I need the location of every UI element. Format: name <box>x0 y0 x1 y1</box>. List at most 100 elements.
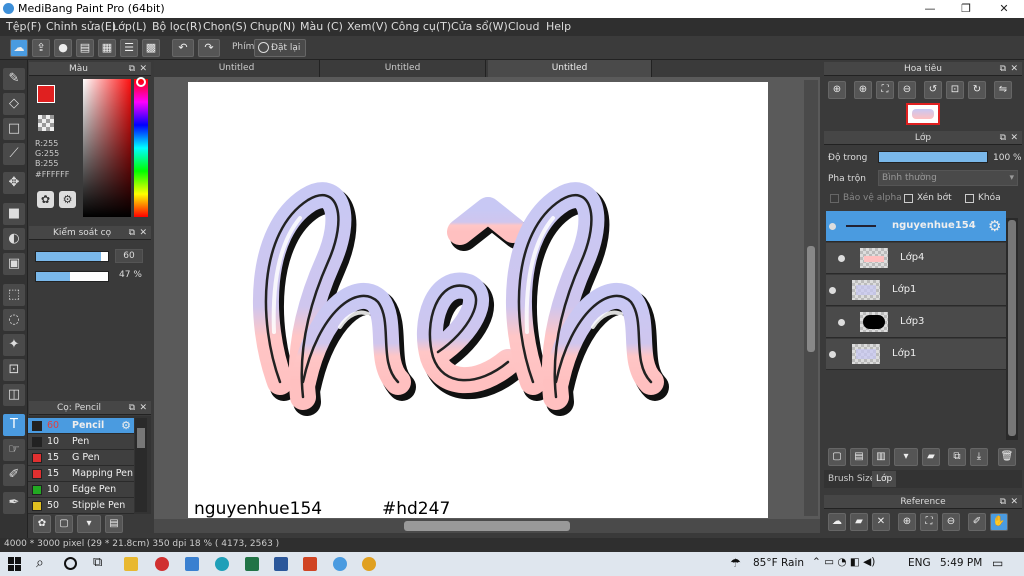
powerpoint-icon[interactable] <box>303 557 317 571</box>
shape-tool-icon[interactable]: □ <box>3 118 25 140</box>
brush-item[interactable]: 60 Pencil ⚙ <box>28 418 134 434</box>
undock-icon[interactable]: ⧉ <box>129 62 135 76</box>
new-halftone-layer-icon[interactable]: ▤ <box>850 448 868 466</box>
grid-icon[interactable]: ▩ <box>142 39 160 57</box>
operation-tool-icon[interactable]: ☞ <box>3 439 25 461</box>
rotate-left-icon[interactable]: ↺ <box>924 81 942 99</box>
clock[interactable]: 5:49 PM <box>940 557 982 569</box>
color-picker-square[interactable] <box>83 79 131 217</box>
new-brush-icon[interactable]: ▢ <box>55 515 73 533</box>
close-panel-icon[interactable]: ✕ <box>139 226 147 240</box>
close-panel-icon[interactable]: ✕ <box>139 401 147 415</box>
brush-menu-icon[interactable]: ▾ <box>77 515 101 533</box>
eye-icon[interactable] <box>838 255 845 262</box>
undock-icon[interactable]: ⧉ <box>1000 62 1006 76</box>
undock-icon[interactable]: ⧉ <box>129 401 135 415</box>
reset-button[interactable]: Đặt lại <box>254 39 306 57</box>
close-panel-icon[interactable]: ✕ <box>1010 62 1018 76</box>
select-eraser-icon[interactable]: ◫ <box>3 384 25 406</box>
vertical-scrollbar[interactable] <box>804 80 818 516</box>
chrome-icon[interactable] <box>362 557 376 571</box>
cloud-upload-icon[interactable]: ☁ <box>828 513 846 531</box>
add-layer-menu-icon[interactable]: ▾ <box>894 448 918 466</box>
magic-wand-icon[interactable]: ✦ <box>3 334 25 356</box>
eye-icon[interactable] <box>829 287 836 294</box>
weather-text[interactable]: 85°F Rain <box>753 557 804 569</box>
tray-icons[interactable]: ⌃ ▭ ◔ ◧ ◀) <box>812 556 875 568</box>
clipping-checkbox[interactable] <box>904 194 913 203</box>
scroll-thumb[interactable] <box>807 246 815 352</box>
brush-opacity-slider[interactable] <box>35 271 109 282</box>
pen-tool-icon[interactable]: ✒ <box>3 492 25 514</box>
menu-tools[interactable]: Công cụ(T) <box>391 20 451 33</box>
tab-untitled-1[interactable]: Untitled <box>154 60 320 77</box>
duplicate-layer-icon[interactable]: ⧉ <box>948 448 966 466</box>
hand-icon[interactable]: ✋ <box>990 513 1008 531</box>
upload-icon[interactable]: ⇪ <box>32 39 50 57</box>
hue-slider[interactable] <box>134 79 148 217</box>
brush-item[interactable]: 15 Mapping Pen <box>28 466 134 482</box>
menu-select[interactable]: Chọn(S) <box>203 20 247 33</box>
fit-icon[interactable]: ⛶ <box>876 81 894 99</box>
close-button[interactable]: ✕ <box>986 0 1022 18</box>
eye-icon[interactable] <box>829 351 836 358</box>
scroll-thumb[interactable] <box>137 428 145 448</box>
zoom-in-icon[interactable]: ⊕ <box>854 81 872 99</box>
tab-brush-size[interactable]: Brush Size <box>826 471 877 487</box>
maximize-button[interactable]: ❐ <box>948 0 984 18</box>
brush-size-value[interactable]: 60 <box>115 249 143 263</box>
zoom-in-icon[interactable]: ⊕ <box>898 513 916 531</box>
menu-filter[interactable]: Bộ lọc(R) <box>152 20 202 33</box>
minimize-button[interactable]: — <box>912 0 948 18</box>
menu-cloud[interactable]: Cloud <box>508 20 539 33</box>
undo-icon[interactable]: ↶ <box>172 39 194 57</box>
menu-layer[interactable]: Lớp(L) <box>112 20 147 33</box>
brush-item[interactable]: 15 G Pen <box>28 450 134 466</box>
file-explorer-icon[interactable] <box>124 557 138 571</box>
protect-alpha-checkbox[interactable] <box>830 194 839 203</box>
select-tool-icon[interactable]: ⬚ <box>3 284 25 306</box>
panel-icon[interactable]: ▦ <box>98 39 116 57</box>
palette-settings-icon[interactable]: ⚙ <box>59 191 76 208</box>
undock-icon[interactable]: ⧉ <box>1000 131 1006 145</box>
primary-color-swatch[interactable] <box>37 85 55 103</box>
excel-icon[interactable] <box>245 557 259 571</box>
tab-layer[interactable]: Lớp <box>872 471 897 487</box>
layer-row[interactable]: Lớp1 <box>826 275 1006 306</box>
fit-icon[interactable]: ⛶ <box>920 513 938 531</box>
medibang-icon[interactable] <box>333 557 347 571</box>
menu-window[interactable]: Cửa sổ(W) <box>451 20 508 33</box>
layer-row[interactable]: nguyenhue154 ⚙ <box>826 211 1006 242</box>
select-pen-icon[interactable]: ⊡ <box>3 359 25 381</box>
flip-icon[interactable]: ⇋ <box>994 81 1012 99</box>
zoom-out-icon[interactable]: ⊖ <box>898 81 916 99</box>
layer-opacity-slider[interactable] <box>878 151 988 163</box>
dot-tool-icon[interactable]: ⟋ <box>3 143 25 165</box>
app-icon[interactable] <box>155 557 169 571</box>
brush-tool-icon[interactable]: ✎ <box>3 68 25 90</box>
undock-icon[interactable]: ⧉ <box>129 226 135 240</box>
layer-scrollbar[interactable] <box>1006 218 1018 440</box>
word-icon[interactable] <box>274 557 288 571</box>
cortana-icon[interactable] <box>64 557 77 570</box>
blend-mode-select[interactable]: Bình thường ▾ <box>878 170 1018 186</box>
scroll-thumb[interactable] <box>404 521 570 531</box>
trash-icon[interactable]: 🗑 <box>998 448 1016 466</box>
eye-icon[interactable] <box>838 319 845 326</box>
scroll-thumb[interactable] <box>1008 220 1016 436</box>
brush-item[interactable]: 10 Edge Pen <box>28 482 134 498</box>
brush-list-scrollbar[interactable] <box>135 418 147 512</box>
eye-icon[interactable] <box>829 223 836 230</box>
menu-edit[interactable]: Chỉnh sửa(E) <box>46 20 116 33</box>
chat-icon[interactable]: ● <box>54 39 72 57</box>
search-icon[interactable]: ⌕ <box>36 555 44 571</box>
notification-icon[interactable]: ▭ <box>992 556 1003 570</box>
zoom-out-icon[interactable]: ⊖ <box>942 513 960 531</box>
menu-view[interactable]: Xem(V) <box>347 20 388 33</box>
text-tool-icon[interactable]: T <box>3 414 25 436</box>
layer-row[interactable]: Lớp1 <box>826 339 1006 370</box>
menu-file[interactable]: Tệp(F) <box>6 20 41 33</box>
menu-help[interactable]: Help <box>546 20 571 33</box>
drawing-canvas[interactable]: nguyenhue154 #hd247 <box>188 82 768 518</box>
merge-layer-icon[interactable]: ⤓ <box>970 448 988 466</box>
